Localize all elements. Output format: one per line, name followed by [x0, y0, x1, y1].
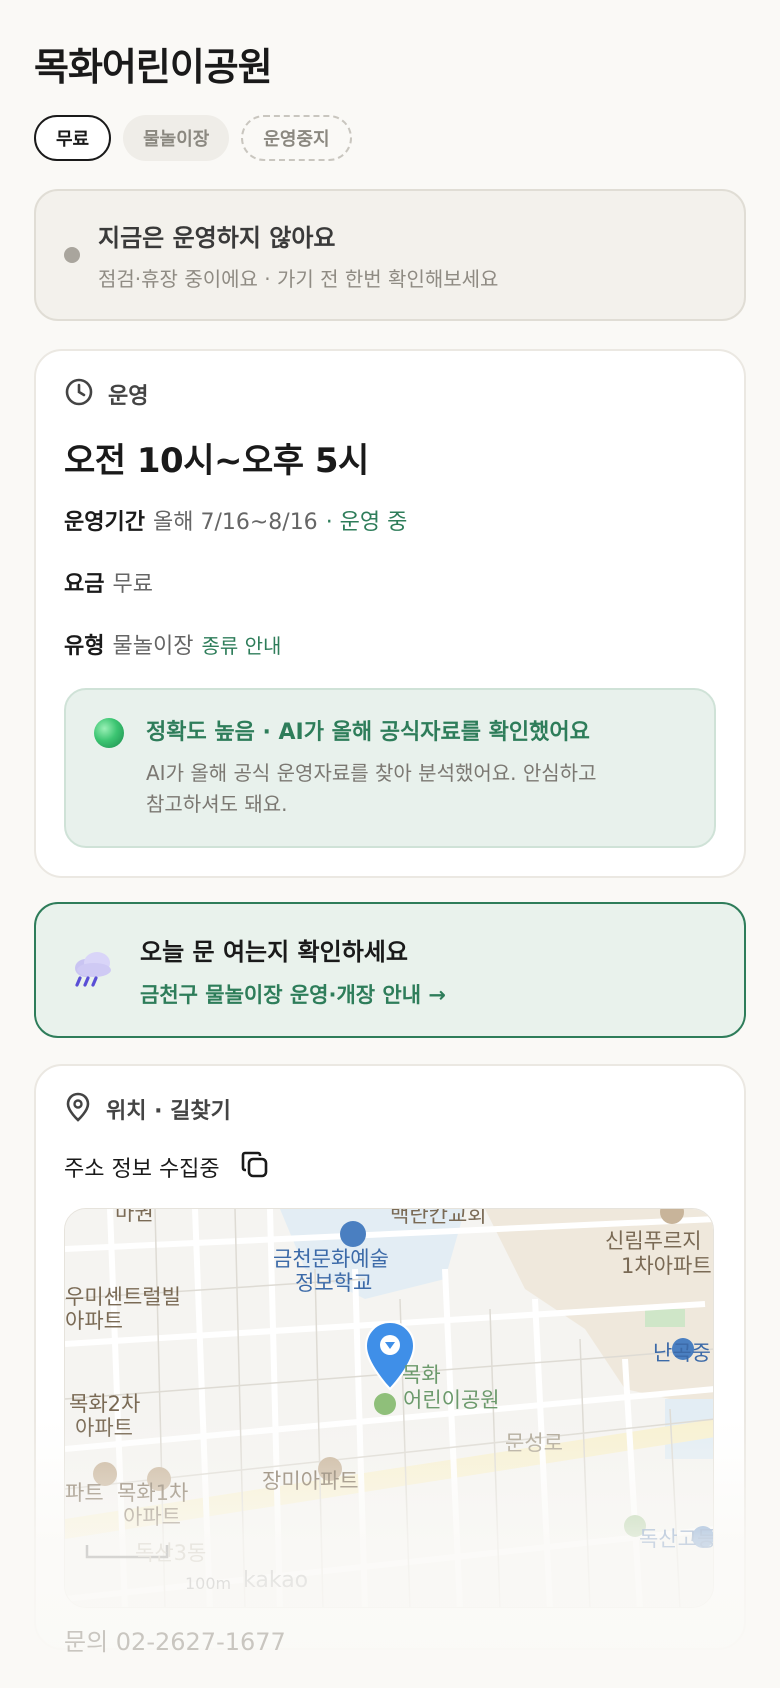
map-label-sillim-1: 신림푸르지 [605, 1229, 702, 1253]
map-label-mokhwa2-2: 아파트 [75, 1416, 133, 1440]
map-label-church: 백란칸교회 [390, 1208, 487, 1227]
period-status: · 운영 중 [325, 510, 408, 535]
map-label-mokhwa2-1: 목화2차 [69, 1392, 141, 1416]
map-label-park-1: 목화 [402, 1363, 441, 1387]
fee-row: 요금 무료 [64, 566, 716, 598]
map-label-sillim-2: 1차아파트 [621, 1254, 712, 1278]
location-section-label: 위치 · 길찾기 [106, 1099, 231, 1124]
tag-chips: 무료 물놀이장 운영중지 [34, 115, 746, 161]
map-scale: 100m [185, 1574, 232, 1593]
map-label-umi-1: 우미센트럴빌 [65, 1285, 181, 1309]
type-row: 유형 물놀이장 종류 안내 [64, 628, 716, 660]
map-label-nangok: 난곡중 [653, 1341, 711, 1365]
map-label-art-school-2: 정보학교 [295, 1271, 373, 1295]
fee-value: 무료 [112, 572, 153, 597]
address-text: 주소 정보 수집중 [64, 1157, 220, 1182]
fee-key: 요금 [64, 572, 105, 597]
period-key: 운영기간 [64, 510, 145, 535]
map-label-doksan3: 독산3동 [135, 1541, 207, 1565]
operating-hours: 오전 10시~오후 5시 [64, 441, 369, 481]
chip-water-play[interactable]: 물놀이장 [123, 115, 230, 161]
map-label-doksan-high: 독산고등 [639, 1527, 714, 1551]
page-title: 목화어린이공원 [34, 45, 273, 89]
chip-suspended[interactable]: 운영중지 [241, 115, 352, 161]
map-label-art-school-1: 금천문화예술 [273, 1247, 389, 1271]
map-label-umi-2: 아파트 [65, 1309, 123, 1333]
map-label-jangmi: 장미아파트 [262, 1469, 359, 1493]
ai-confidence-description: AI가 올해 공식 운영자료를 찾아 분석했어요. 안심하고 참고하셔도 돼요. [146, 761, 597, 816]
notice-subtitle: 점검·휴장 중이에요 · 가기 전 한번 확인해보세요 [98, 267, 499, 291]
rain-cloud-icon [70, 948, 114, 992]
type-guide-link[interactable]: 종류 안내 [201, 630, 281, 659]
period-value: 올해 7/16~8/16 [152, 510, 318, 535]
operation-section-label: 운영 [108, 384, 149, 409]
map-label-park-2: 어린이공원 [403, 1388, 500, 1412]
period-row: 운영기간 올해 7/16~8/16 · 운영 중 [64, 504, 716, 536]
map-label-top-left: 마권 [115, 1208, 154, 1225]
ai-orb-icon [94, 718, 124, 748]
chip-free[interactable]: 무료 [34, 115, 112, 161]
notice-title: 지금은 운영하지 않아요 [98, 224, 336, 252]
location-map[interactable]: 마권 백란칸교회 금천문화예술 정보학교 신림푸르지 1차아파트 우미센트럴빌 … [64, 1208, 714, 1608]
copy-icon[interactable] [240, 1150, 270, 1184]
location-pin-icon [64, 1092, 92, 1126]
weather-title: 오늘 문 여는지 확인하세요 [140, 937, 408, 966]
type-key: 유형 [64, 634, 105, 659]
map-provider-logo: kakao [243, 1568, 309, 1593]
clock-icon [64, 377, 94, 411]
map-label-munseong-road: 문성로 [505, 1431, 563, 1455]
operation-card: 운영 오전 10시~오후 5시 운영기간 올해 7/16~8/16 · 운영 중… [34, 349, 746, 878]
location-card: 위치 · 길찾기 주소 정보 수집중 마권 백란칸교회 금천문화예술 정보학교 … [34, 1064, 746, 1650]
map-label-mokhwa1-2: 아파트 [123, 1505, 181, 1529]
closed-notice: 지금은 운영하지 않아요 점검·휴장 중이에요 · 가기 전 한번 확인해보세요 [34, 189, 746, 321]
contact-phone[interactable]: 문의 02-2627-1677 [64, 1622, 286, 1657]
map-label-mokhwa1-1: 목화1차 [117, 1481, 189, 1505]
district-guide-link[interactable]: 금천구 물놀이장 운영·개장 안내 → [140, 979, 446, 1009]
ai-confidence-box: 정확도 높음 · AI가 올해 공식자료를 확인했어요 AI가 올해 공식 운영… [64, 688, 716, 848]
type-value: 물놀이장 [112, 634, 194, 659]
map-label-apt-partial: 파트 [65, 1481, 104, 1505]
status-dot-icon [64, 247, 80, 263]
ai-confidence-title: 정확도 높음 · AI가 올해 공식자료를 확인했어요 [146, 720, 590, 745]
weather-banner[interactable]: 오늘 문 여는지 확인하세요 금천구 물놀이장 운영·개장 안내 → [34, 902, 746, 1038]
